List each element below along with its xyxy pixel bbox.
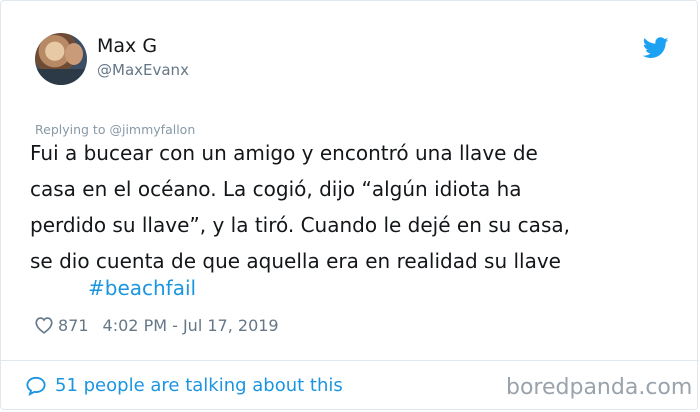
tweet-card: Max G @MaxEvanx Replying to @jimmyfallon… [0, 0, 699, 410]
tweet-line: perdido su llave”, y la tiró. Cuando le … [30, 213, 570, 237]
tweet-line: se dio cuenta de que aquella era en real… [30, 249, 561, 273]
hashtag-link[interactable]: #beachfail [88, 276, 196, 300]
avatar-photo-shirt [35, 69, 87, 85]
twitter-bird-icon[interactable] [643, 37, 669, 59]
conversation-link[interactable]: 51 people are talking about this [25, 375, 343, 396]
heart-icon[interactable] [34, 316, 54, 334]
conversation-text[interactable]: 51 people are talking about this [55, 375, 343, 396]
tweet-line: casa en el océano. La cogió, dijo “algún… [30, 177, 522, 201]
like-count[interactable]: 871 [58, 316, 89, 335]
speech-bubble-icon [26, 376, 46, 396]
divider [1, 360, 699, 361]
timestamp[interactable]: 4:02 PM - Jul 17, 2019 [103, 316, 279, 335]
tweet-text: Fui a bucear con un amigo y encontró una… [30, 135, 680, 279]
avatar[interactable] [35, 33, 87, 85]
tweet-meta: 871 4:02 PM - Jul 17, 2019 [34, 314, 279, 336]
watermark: boredpanda.com [506, 375, 693, 400]
user-name[interactable]: Max G [97, 35, 157, 57]
user-handle[interactable]: @MaxEvanx [97, 61, 189, 79]
avatar-photo-detail [65, 43, 83, 65]
tweet-line: Fui a bucear con un amigo y encontró una… [30, 141, 538, 165]
